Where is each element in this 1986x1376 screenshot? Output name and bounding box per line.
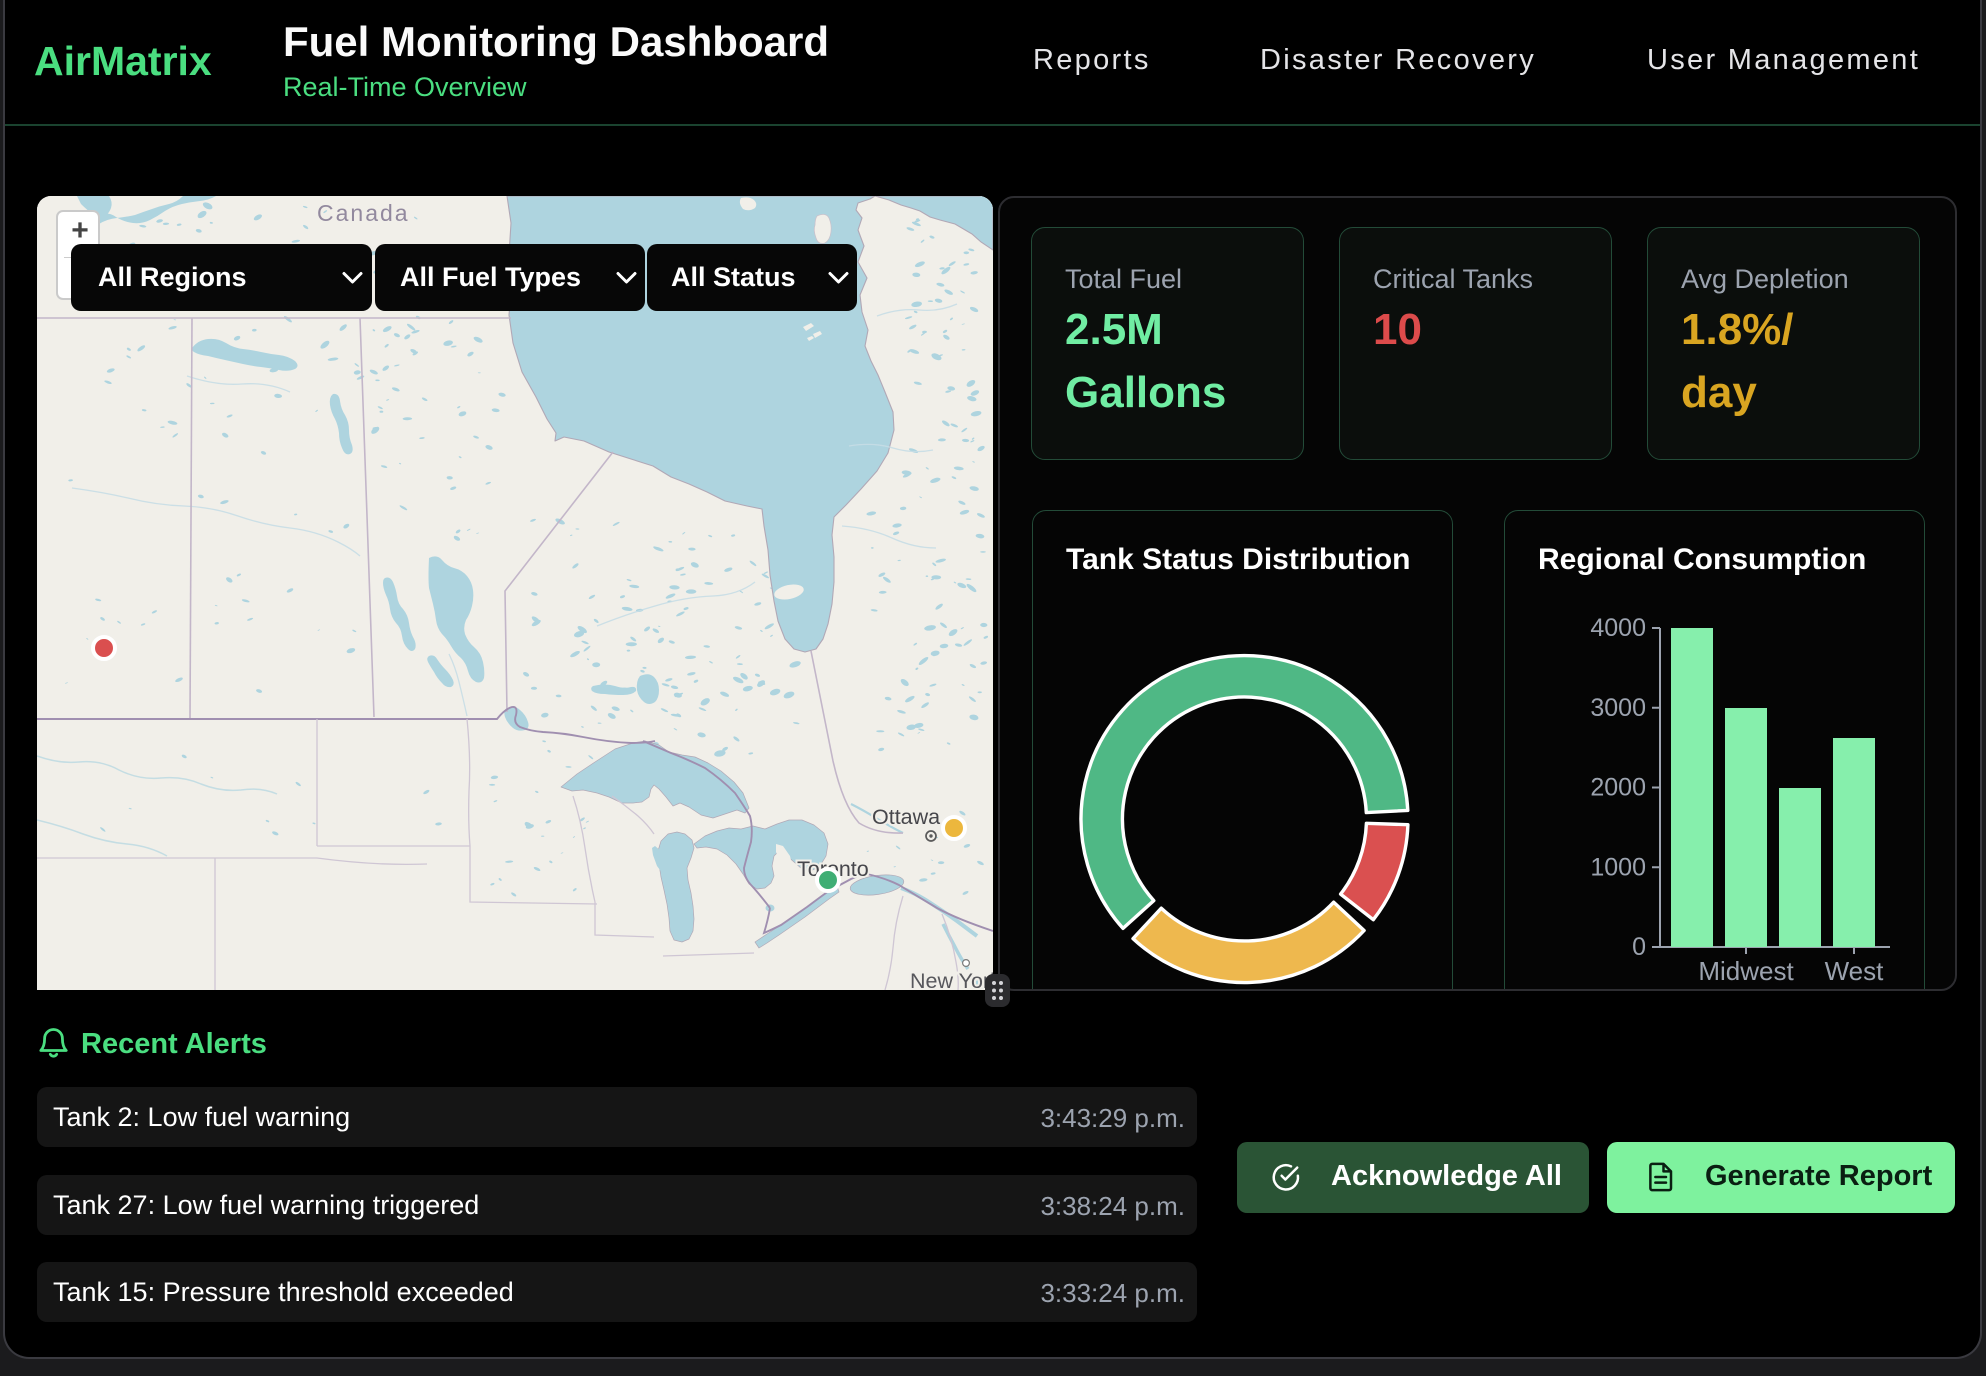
svg-text:2000: 2000	[1590, 774, 1646, 802]
svg-text:0: 0	[1632, 933, 1646, 961]
svg-text:3000: 3000	[1590, 694, 1646, 722]
svg-text:West: West	[1825, 956, 1885, 986]
svg-text:Midwest: Midwest	[1698, 956, 1794, 986]
svg-text:Ottawa: Ottawa	[872, 805, 940, 829]
svg-text:New York: New York	[910, 969, 993, 990]
svg-text:1000: 1000	[1590, 853, 1646, 881]
svg-text:4000: 4000	[1590, 614, 1646, 642]
svg-text:Canada: Canada	[317, 200, 410, 226]
